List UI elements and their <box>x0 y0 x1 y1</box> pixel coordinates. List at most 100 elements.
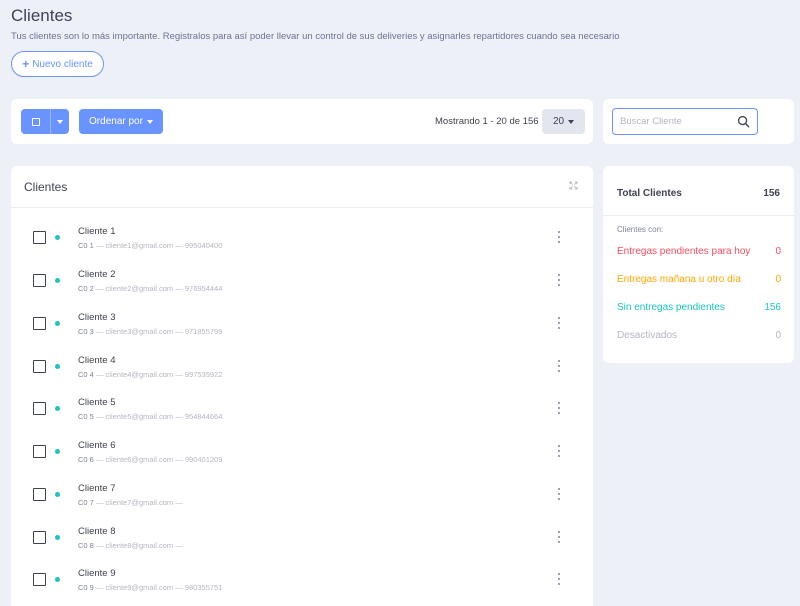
client-name[interactable]: Cliente 1 <box>78 226 116 237</box>
client-code: C0 1 <box>78 241 94 250</box>
pagination-info: Mostrando 1 - 20 de 156 <box>435 116 539 127</box>
row-checkbox[interactable] <box>33 531 46 544</box>
client-meta: C0 9 — cliente9@gmail.com — 980355751 <box>78 583 222 592</box>
search-card <box>603 99 794 144</box>
row-checkbox[interactable] <box>33 360 46 373</box>
client-meta: C0 5 — cliente5@gmail.com — 954844664 <box>78 412 222 421</box>
status-dot <box>55 535 60 540</box>
client-row[interactable]: Cliente 7 C0 7 — cliente7@gmail.com — <box>11 473 593 513</box>
clients-header: Clientes <box>11 166 593 208</box>
more-vertical-icon[interactable] <box>556 444 562 458</box>
client-row[interactable]: Cliente 5 C0 5 — cliente5@gmail.com — 95… <box>11 387 593 427</box>
more-vertical-icon[interactable] <box>556 273 562 287</box>
client-email: — cliente9@gmail.com <box>95 583 174 592</box>
client-code: C0 9 <box>78 583 94 592</box>
client-row[interactable]: Cliente 9 C0 9 — cliente9@gmail.com — 98… <box>11 558 593 598</box>
toolbar: Ordenar por Mostrando 1 - 20 de 156 20 <box>11 99 593 144</box>
expand-icon[interactable] <box>569 181 578 190</box>
client-meta: C0 6 — cliente6@gmail.com — 990401209 <box>78 455 222 464</box>
total-clients-value: 156 <box>763 188 780 199</box>
more-vertical-icon[interactable] <box>556 401 562 415</box>
client-name[interactable]: Cliente 8 <box>78 526 116 537</box>
more-vertical-icon[interactable] <box>556 230 562 244</box>
client-row[interactable]: Cliente 1 C0 1 — cliente1@gmail.com — 99… <box>11 216 593 256</box>
row-checkbox[interactable] <box>33 445 46 458</box>
stats-subtitle: Clientes con: <box>617 225 664 234</box>
client-name[interactable]: Cliente 5 <box>78 397 116 408</box>
client-phone: — 990401209 <box>175 455 223 464</box>
client-code: C0 2 <box>78 284 94 293</box>
client-name[interactable]: Cliente 7 <box>78 483 116 494</box>
chevron-down-icon <box>146 119 153 124</box>
bulk-select-button[interactable] <box>21 109 69 134</box>
client-name[interactable]: Cliente 2 <box>78 269 116 280</box>
stat-value: 0 <box>775 330 781 341</box>
client-email: — cliente5@gmail.com <box>95 412 174 421</box>
client-phone: — 997535922 <box>175 370 223 379</box>
more-vertical-icon[interactable] <box>556 572 562 586</box>
page-subtitle: Tus clientes son lo más importante. Regi… <box>11 31 620 42</box>
client-phone: — 971855799 <box>175 327 223 336</box>
client-code: C0 4 <box>78 370 94 379</box>
status-dot <box>55 278 60 283</box>
status-dot <box>55 406 60 411</box>
new-client-label: Nuevo cliente <box>32 58 93 70</box>
stats-card: Total Clientes 156 Clientes con: Entrega… <box>603 166 794 363</box>
client-code: C0 5 <box>78 412 94 421</box>
client-row[interactable]: Cliente 4 C0 4 — cliente4@gmail.com — 99… <box>11 345 593 385</box>
row-checkbox[interactable] <box>33 573 46 586</box>
client-meta: C0 1 — cliente1@gmail.com — 995040400 <box>78 241 222 250</box>
order-by-button[interactable]: Ordenar por <box>79 109 163 134</box>
stat-value: 0 <box>775 274 781 285</box>
client-row[interactable]: Cliente 6 C0 6 — cliente6@gmail.com — 99… <box>11 430 593 470</box>
client-phone: — <box>175 541 183 550</box>
page-size-value: 20 <box>552 116 565 127</box>
row-checkbox[interactable] <box>33 231 46 244</box>
client-row[interactable]: Cliente 2 C0 2 — cliente2@gmail.com — 97… <box>11 259 593 299</box>
clients-card: Clientes Cliente 1 C0 1 — cliente1@gmail… <box>11 166 593 606</box>
stat-value: 0 <box>775 246 781 257</box>
client-row[interactable]: Cliente 8 C0 8 — cliente8@gmail.com — <box>11 516 593 556</box>
client-email: — cliente8@gmail.com <box>95 541 174 550</box>
search-input[interactable] <box>613 109 733 134</box>
client-code: C0 3 <box>78 327 94 336</box>
status-dot <box>55 492 60 497</box>
status-dot <box>55 235 60 240</box>
chevron-down-icon <box>57 119 63 124</box>
chevron-down-icon <box>568 119 575 124</box>
client-email: — cliente4@gmail.com <box>95 370 174 379</box>
row-checkbox[interactable] <box>33 402 46 415</box>
client-phone: — 980355751 <box>175 583 223 592</box>
client-name[interactable]: Cliente 9 <box>78 568 116 579</box>
client-row[interactable]: Cliente 3 C0 3 — cliente3@gmail.com — 97… <box>11 302 593 342</box>
client-name[interactable]: Cliente 3 <box>78 312 116 323</box>
page-size-select[interactable]: 20 <box>542 109 585 134</box>
client-name[interactable]: Cliente 6 <box>78 440 116 451</box>
client-email: — cliente1@gmail.com <box>95 241 174 250</box>
client-phone: — 995040400 <box>175 241 223 250</box>
stat-label: Entregas pendientes para hoy <box>617 246 751 257</box>
client-meta: C0 7 — cliente7@gmail.com — <box>78 498 183 507</box>
more-vertical-icon[interactable] <box>556 487 562 501</box>
more-vertical-icon[interactable] <box>556 359 562 373</box>
client-code: C0 7 <box>78 498 94 507</box>
client-email: — cliente3@gmail.com <box>95 327 174 336</box>
divider <box>603 215 794 216</box>
row-checkbox[interactable] <box>33 274 46 287</box>
stat-no-pending: Sin entregas pendientes 156 <box>617 302 781 313</box>
row-checkbox[interactable] <box>33 488 46 501</box>
client-email: — cliente6@gmail.com <box>95 455 174 464</box>
status-dot <box>55 321 60 326</box>
client-name[interactable]: Cliente 4 <box>78 355 116 366</box>
stat-label: Desactivados <box>617 330 678 341</box>
new-client-button[interactable]: + Nuevo cliente <box>11 51 104 77</box>
client-meta: C0 3 — cliente3@gmail.com — 971855799 <box>78 327 222 336</box>
stat-label: Sin entregas pendientes <box>617 302 725 313</box>
checkbox-icon <box>32 117 40 126</box>
more-vertical-icon[interactable] <box>556 530 562 544</box>
stat-deactivated: Desactivados 0 <box>617 330 781 341</box>
order-by-label: Ordenar por <box>89 116 143 127</box>
search-icon[interactable] <box>737 115 750 128</box>
row-checkbox[interactable] <box>33 317 46 330</box>
more-vertical-icon[interactable] <box>556 316 562 330</box>
